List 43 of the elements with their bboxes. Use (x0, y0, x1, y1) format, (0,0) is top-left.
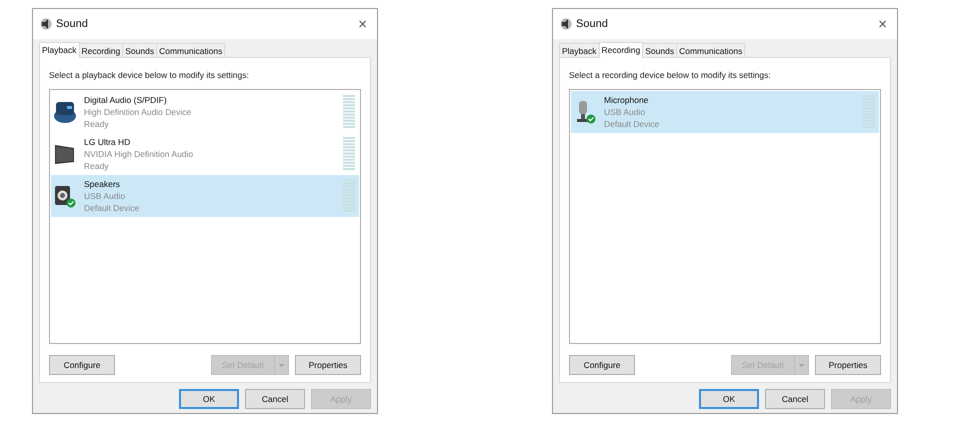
microphone-default-check-icon (574, 100, 596, 124)
close-button[interactable]: × (876, 16, 889, 32)
instruction-text: Select a playback device below to modify its settings: (49, 69, 250, 81)
device-name: LG Ultra HD (84, 136, 132, 148)
device-driver: USB Audio (604, 106, 646, 118)
cancel-button[interactable]: Cancel (245, 389, 305, 409)
device-name: Speakers (84, 178, 121, 190)
device-item[interactable]: Speakers USB Audio Default Device (51, 175, 359, 217)
speaker-default-check-icon (54, 184, 76, 208)
tab[interactable]: Recording (598, 42, 644, 58)
window-title: Sound (576, 16, 608, 32)
device-item[interactable]: Microphone USB Audio Default Device (571, 91, 879, 133)
device-status: Ready (84, 160, 110, 172)
device-status: Default Device (84, 202, 140, 214)
sound-icon (560, 18, 572, 30)
configure-button[interactable]: Configure (569, 355, 635, 375)
device-driver: NVIDIA High Definition Audio (84, 148, 194, 160)
level-meter-icon (343, 137, 355, 171)
tab[interactable]: Playback (39, 42, 80, 58)
close-button[interactable]: × (356, 16, 369, 32)
cancel-button[interactable]: Cancel (765, 389, 825, 409)
properties-button[interactable]: Properties (295, 355, 361, 375)
device-status: Default Device (604, 118, 660, 130)
sound-icon (40, 18, 52, 30)
device-name: Digital Audio (S/PDIF) (84, 94, 168, 106)
tab[interactable]: Communications (676, 43, 746, 58)
monitor-icon (54, 142, 76, 166)
ok-button[interactable]: OK (179, 389, 239, 409)
device-name: Microphone (604, 94, 650, 106)
tab[interactable]: Communications (156, 43, 226, 58)
digital-audio-icon (54, 100, 76, 124)
properties-button[interactable]: Properties (815, 355, 881, 375)
device-status: Ready (84, 118, 110, 130)
configure-button[interactable]: Configure (49, 355, 115, 375)
level-meter-icon (343, 95, 355, 129)
device-item[interactable]: LG Ultra HD NVIDIA High Definition Audio Ready (51, 133, 359, 175)
device-driver: USB Audio (84, 190, 126, 202)
instruction-text: Select a recording device below to modify its settings: (569, 69, 772, 81)
device-driver: High Definition Audio Device (84, 106, 192, 118)
tab[interactable]: Playback (559, 43, 600, 58)
window-title: Sound (56, 16, 88, 32)
ok-button[interactable]: OK (699, 389, 759, 409)
device-item[interactable]: Digital Audio (S/PDIF) High Definition Audio Device Ready (51, 91, 359, 133)
